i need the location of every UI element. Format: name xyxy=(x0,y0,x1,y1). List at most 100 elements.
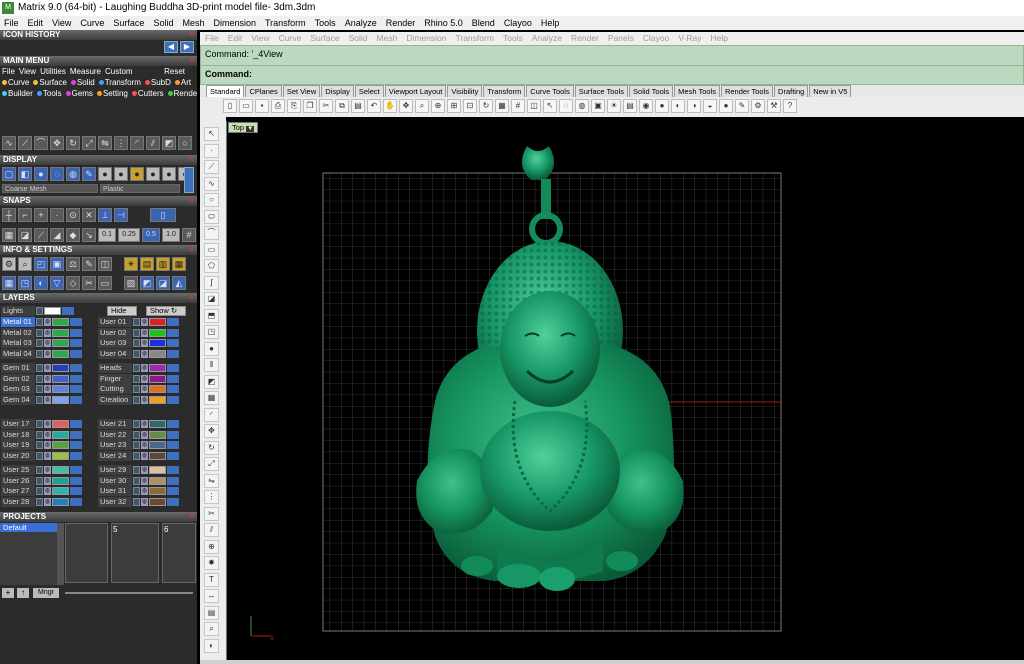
tab-mesh-tools[interactable]: Mesh Tools xyxy=(674,85,720,97)
rhino-menu-panels[interactable]: Panels xyxy=(608,32,634,45)
split-icon[interactable]: ⫽ xyxy=(146,136,160,150)
xray-icon[interactable]: ◍ xyxy=(66,167,80,181)
layer-name[interactable]: Metal 01 xyxy=(1,317,35,327)
layer-lock-icon[interactable] xyxy=(36,441,43,449)
lights-lock[interactable] xyxy=(36,307,43,315)
layer-visibility-icon[interactable]: ◍ xyxy=(44,374,51,383)
layer-lock-icon[interactable] xyxy=(133,441,140,449)
snap-value-1[interactable]: 0.1 xyxy=(98,228,116,242)
add-project-button[interactable]: + xyxy=(2,588,14,598)
layer-color-swatch[interactable] xyxy=(149,339,166,347)
layer-lock-icon[interactable] xyxy=(36,451,43,460)
mirror-icon[interactable]: ⇋ xyxy=(98,136,112,150)
layer-name[interactable]: Metal 03 xyxy=(1,338,35,348)
layer-current-toggle[interactable] xyxy=(70,497,82,506)
layer-current-toggle[interactable] xyxy=(70,451,82,460)
layer-visibility-icon[interactable]: ◍ xyxy=(141,497,148,506)
material-platinum-icon[interactable]: ● xyxy=(146,167,160,181)
gem-icon[interactable]: ◇ xyxy=(66,276,80,290)
extrude-icon[interactable]: ⬒ xyxy=(204,308,219,323)
layer-color-swatch[interactable] xyxy=(149,318,166,326)
zoom-window-icon[interactable]: ⊕ xyxy=(431,99,445,113)
menu-item-edit[interactable]: Edit xyxy=(28,16,44,30)
layer-name[interactable]: User 23 xyxy=(98,440,132,450)
move-icon[interactable]: ✥ xyxy=(204,424,219,438)
menu-item-analyze[interactable]: Analyze xyxy=(345,16,377,30)
rhino-menu-render[interactable]: Render xyxy=(571,32,599,45)
snap-mid-icon[interactable]: · xyxy=(50,208,64,222)
sphere-icon[interactable]: ● xyxy=(719,99,733,113)
snap-perp-icon[interactable]: ⊥ xyxy=(98,208,112,222)
settings-icon[interactable]: ⚙ xyxy=(751,99,765,113)
layers-icon[interactable]: ▤ xyxy=(623,99,637,113)
hide-icon[interactable]: ◌ xyxy=(559,99,573,113)
layer-visibility-icon[interactable]: ◍ xyxy=(44,487,51,495)
material-gold-icon[interactable]: ● xyxy=(130,167,144,181)
layer-name[interactable]: User 28 xyxy=(1,496,35,507)
close-icon[interactable]: × xyxy=(189,155,194,165)
undo-icon[interactable]: ↶ xyxy=(367,99,381,113)
layer-color-swatch[interactable] xyxy=(149,451,166,460)
material-icon[interactable]: ● xyxy=(655,99,669,113)
layer-name[interactable]: User 27 xyxy=(1,486,35,496)
env-icon[interactable]: ◩ xyxy=(140,276,154,290)
layer-current-toggle[interactable] xyxy=(70,420,82,428)
layer-lock-icon[interactable] xyxy=(133,430,140,439)
mesh-select[interactable]: Coarse Mesh xyxy=(2,184,98,193)
snap-value-2[interactable]: 0.25 xyxy=(118,228,140,242)
layer-visibility-icon[interactable]: ◍ xyxy=(141,318,148,326)
rhino-menu-solid[interactable]: Solid xyxy=(349,32,368,45)
layer-lock-icon[interactable] xyxy=(36,349,43,358)
close-icon[interactable]: × xyxy=(189,512,194,522)
project-thumb-2[interactable]: 5 xyxy=(111,523,159,583)
layer-color-swatch[interactable] xyxy=(52,374,69,383)
layer-lock-icon[interactable] xyxy=(133,328,140,337)
layer-color-swatch[interactable] xyxy=(149,395,166,404)
layer-lock-icon[interactable] xyxy=(133,385,140,393)
layer-lock-icon[interactable] xyxy=(36,395,43,404)
layer-color-swatch[interactable] xyxy=(149,466,166,474)
decal-icon[interactable]: ◭ xyxy=(172,276,186,290)
layer-color-swatch[interactable] xyxy=(52,339,69,347)
layer-name[interactable]: Gem 04 xyxy=(1,394,35,405)
layer-visibility-icon[interactable]: ◍ xyxy=(44,466,51,474)
light-icon[interactable]: ☀ xyxy=(124,257,138,271)
pipe-icon[interactable]: ⫴ xyxy=(204,358,219,372)
layer-name[interactable]: User 21 xyxy=(98,419,132,429)
layer-lock-icon[interactable] xyxy=(36,374,43,383)
layer-current-toggle[interactable] xyxy=(70,328,82,337)
layer-current-toggle[interactable] xyxy=(70,385,82,393)
layer-lock-icon[interactable] xyxy=(36,318,43,326)
layer-name[interactable]: Finger xyxy=(98,373,132,384)
layer-color-swatch[interactable] xyxy=(149,497,166,506)
grid-icon[interactable]: # xyxy=(182,228,196,242)
close-icon[interactable]: × xyxy=(189,293,194,303)
artistic-icon[interactable]: ✎ xyxy=(82,167,96,181)
tab-display[interactable]: Display xyxy=(321,85,354,97)
snap-toggle-icon[interactable]: ▯ xyxy=(150,208,176,222)
main-menu-transform[interactable]: Transform xyxy=(98,78,141,87)
zebra-icon[interactable]: ▧ xyxy=(124,276,138,290)
rhino-menu-dimension[interactable]: Dimension xyxy=(406,32,446,45)
layer-lock-icon[interactable] xyxy=(133,318,140,326)
tab-solid-tools[interactable]: Solid Tools xyxy=(629,85,674,97)
copy-icon[interactable]: ❐ xyxy=(303,99,317,113)
array-icon[interactable]: ⋮ xyxy=(204,490,219,504)
layer-current-toggle[interactable] xyxy=(167,476,179,485)
menu-item-solid[interactable]: Solid xyxy=(153,16,173,30)
layer-visibility-icon[interactable]: ◍ xyxy=(141,385,148,393)
layer-current-toggle[interactable] xyxy=(70,441,82,449)
render-settings-icon[interactable]: ▤ xyxy=(140,257,154,271)
layer-visibility-icon[interactable]: ◍ xyxy=(141,441,148,449)
new-file-icon[interactable]: ▯ xyxy=(223,99,237,113)
material-white-icon[interactable]: ● xyxy=(114,167,128,181)
print-icon[interactable]: ⎙ xyxy=(271,99,285,113)
layer-current-toggle[interactable] xyxy=(70,430,82,439)
snap-point-icon[interactable]: + xyxy=(34,208,48,222)
split-icon[interactable]: ⫽ xyxy=(204,523,219,537)
main-menu-custom[interactable]: Custom xyxy=(105,67,133,76)
main-menu-utilities[interactable]: Utilities xyxy=(40,67,66,76)
layer-color-swatch[interactable] xyxy=(52,466,69,474)
close-icon[interactable]: × xyxy=(189,30,194,40)
import-icon[interactable]: ⎘ xyxy=(287,99,301,113)
